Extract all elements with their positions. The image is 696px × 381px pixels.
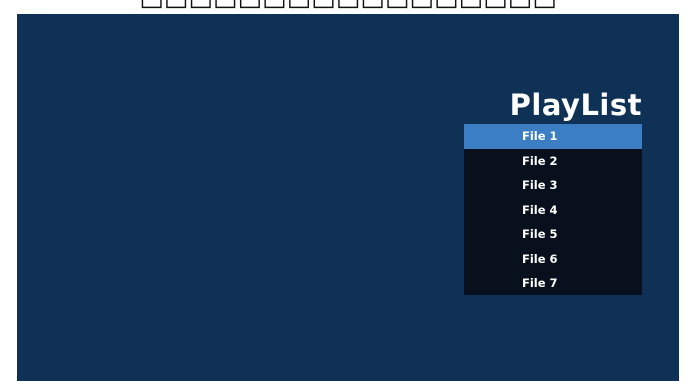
playlist-item-file-7[interactable]: File 7 (464, 271, 642, 296)
playlist-item-file-4[interactable]: File 4 (464, 198, 642, 223)
playlist-panel: File 1 File 2 File 3 File 4 File 5 File … (464, 124, 642, 295)
tv-screen: PlayList File 1 File 2 File 3 File 4 Fil… (17, 14, 679, 381)
playlist-item-file-6[interactable]: File 6 (464, 247, 642, 272)
playlist-item-file-5[interactable]: File 5 (464, 222, 642, 247)
playlist-item-file-1[interactable]: File 1 (464, 124, 642, 149)
playlist-title: PlayList (509, 88, 642, 122)
page: □□□□□□□□□□□□□□□□□ PlayList File 1 File 2… (0, 0, 696, 381)
playlist-item-file-2[interactable]: File 2 (464, 149, 642, 174)
playlist-item-file-3[interactable]: File 3 (464, 173, 642, 198)
cropped-caption-text: □□□□□□□□□□□□□□□□□ (0, 0, 696, 12)
